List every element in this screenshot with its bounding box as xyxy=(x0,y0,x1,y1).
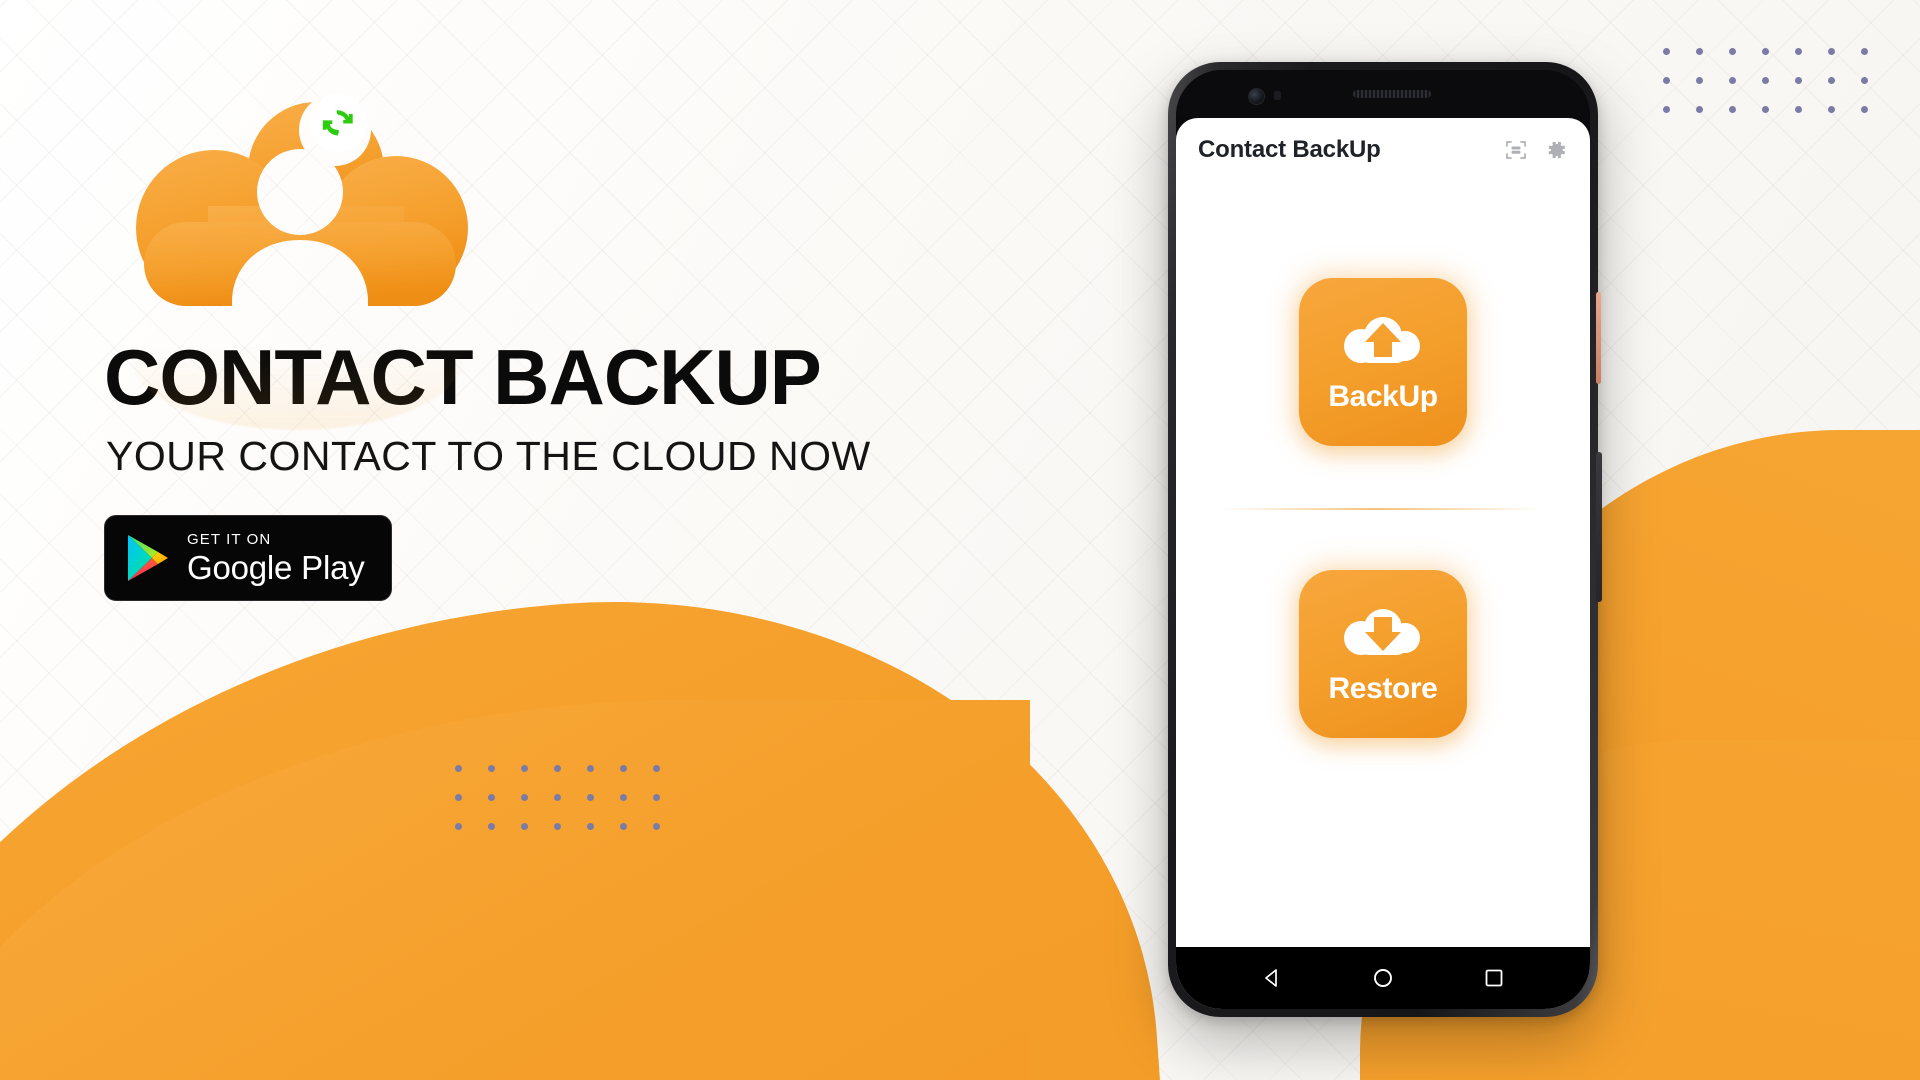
decorative-dot xyxy=(1729,77,1736,84)
decorative-dot xyxy=(1828,77,1835,84)
decorative-dot xyxy=(1861,48,1868,55)
cloud-contact-logo xyxy=(136,102,468,306)
action-divider xyxy=(1223,508,1543,510)
gear-icon[interactable] xyxy=(1542,136,1570,164)
decorative-dot xyxy=(1762,48,1769,55)
decorative-dot xyxy=(455,794,462,801)
decorative-dot xyxy=(488,823,495,830)
earpiece-speaker xyxy=(1353,90,1431,98)
decorative-dot xyxy=(1795,77,1802,84)
decorative-dot xyxy=(488,794,495,801)
restore-button[interactable]: Restore xyxy=(1299,570,1467,738)
power-button[interactable] xyxy=(1596,292,1601,384)
decorative-dot xyxy=(488,765,495,772)
promo-banner: CONTACT BACKUP YOUR CONTACT TO THE CLOUD… xyxy=(0,0,1920,1080)
decorative-dot xyxy=(1861,77,1868,84)
app-bar: Contact BackUp xyxy=(1176,118,1590,182)
decorative-dot xyxy=(1729,106,1736,113)
store-badge-big-label: Google Play xyxy=(187,548,365,586)
hero-content: CONTACT BACKUP YOUR CONTACT TO THE CLOUD… xyxy=(104,84,944,601)
decorative-dot xyxy=(1795,106,1802,113)
decorative-dot xyxy=(1663,106,1670,113)
sync-badge xyxy=(309,94,367,152)
decorative-dot xyxy=(1861,106,1868,113)
decorative-dot xyxy=(521,794,528,801)
dot-grid-top-right xyxy=(1663,48,1868,113)
decorative-dot xyxy=(1762,77,1769,84)
backup-button-label: BackUp xyxy=(1328,380,1438,413)
decorative-dot xyxy=(653,823,660,830)
android-nav-bar xyxy=(1176,947,1590,1009)
decorative-dot xyxy=(1729,48,1736,55)
google-play-triangle-icon xyxy=(128,534,168,581)
decorative-dot xyxy=(620,823,627,830)
decorative-dot xyxy=(653,765,660,772)
decorative-dot xyxy=(620,765,627,772)
decorative-dot xyxy=(587,765,594,772)
decorative-dot xyxy=(1696,77,1703,84)
decorative-dot xyxy=(1762,106,1769,113)
logo-area xyxy=(104,84,494,430)
google-play-badge[interactable]: GET IT ON Google Play xyxy=(104,514,392,601)
decorative-dot xyxy=(587,794,594,801)
app-content: BackUp Restore xyxy=(1176,182,1590,947)
sync-refresh-icon xyxy=(322,110,353,136)
decorative-dot xyxy=(620,794,627,801)
decorative-dot xyxy=(554,823,561,830)
decorative-dot xyxy=(587,823,594,830)
phone-body: Contact BackUp BackUp Restore xyxy=(1176,70,1590,1009)
page-subtitle: YOUR CONTACT TO THE CLOUD NOW xyxy=(106,432,871,479)
phone-screen: Contact BackUp BackUp Restore xyxy=(1176,118,1590,1009)
decorative-dot xyxy=(1828,48,1835,55)
nav-back-button[interactable] xyxy=(1250,956,1294,1000)
decorative-dot xyxy=(1828,106,1835,113)
decorative-dot xyxy=(1696,48,1703,55)
decorative-dot xyxy=(653,794,660,801)
decorative-dot xyxy=(521,823,528,830)
restore-button-label: Restore xyxy=(1328,672,1438,705)
decorative-dot xyxy=(1795,48,1802,55)
cloud-upload-icon xyxy=(1344,317,1420,363)
decorative-dot xyxy=(455,765,462,772)
decorative-dot xyxy=(521,765,528,772)
front-camera xyxy=(1248,88,1265,105)
backup-button[interactable]: BackUp xyxy=(1299,278,1467,446)
volume-rocker[interactable] xyxy=(1596,452,1602,602)
decorative-dot xyxy=(1663,48,1670,55)
nav-home-button[interactable] xyxy=(1361,956,1405,1000)
decorative-dot xyxy=(554,765,561,772)
decorative-dot xyxy=(1696,106,1703,113)
app-title: Contact BackUp xyxy=(1198,136,1381,163)
dot-grid-bottom-left xyxy=(455,765,660,830)
decorative-dot xyxy=(1663,77,1670,84)
store-badge-small-label: GET IT ON xyxy=(187,530,272,548)
decorative-dot xyxy=(554,794,561,801)
phone-top-bezel xyxy=(1176,70,1590,118)
cloud-download-icon xyxy=(1344,609,1420,655)
phone-mockup: Contact BackUp BackUp Restore xyxy=(1168,62,1602,1017)
scan-contacts-icon[interactable] xyxy=(1502,136,1530,164)
nav-recents-button[interactable] xyxy=(1472,956,1516,1000)
proximity-sensor xyxy=(1274,91,1281,100)
decorative-dot xyxy=(455,823,462,830)
